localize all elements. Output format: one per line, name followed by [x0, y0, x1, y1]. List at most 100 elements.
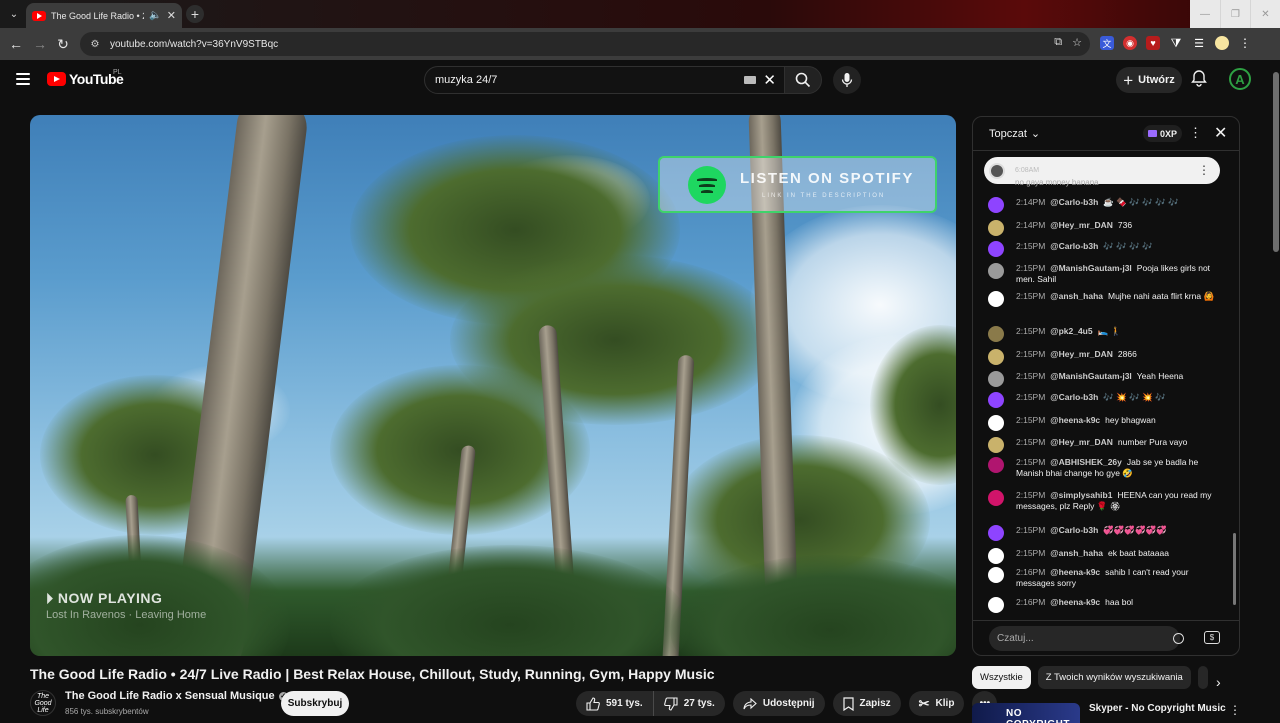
chat-more-icon[interactable]: ⋮ — [1189, 125, 1202, 141]
bookmark-star-icon[interactable]: ☆ — [1072, 36, 1082, 49]
chat-message[interactable]: 2:15PM @Carlo-b3h 💞💞💞💞💞💞 — [988, 525, 1218, 541]
tab-close-icon[interactable]: ✕ — [167, 9, 176, 22]
chevron-right-icon[interactable]: › — [1216, 674, 1221, 690]
subscribe-button[interactable]: Subskrybuj — [281, 691, 349, 716]
chat-author[interactable]: @ansh_haha — [1050, 291, 1103, 301]
chat-author[interactable]: @ManishGautam-j3l — [1050, 371, 1132, 381]
chat-message[interactable]: 2:15PM @simplysahib1 HEENA can you read my… — [988, 490, 1218, 512]
chat-author[interactable]: @Hey_mr_DAN — [1050, 437, 1113, 447]
chat-message[interactable]: 2:15PM @Hey_mr_DAN 2866 — [988, 349, 1218, 365]
address-bar[interactable]: ⚙ youtube.com/watch?v=36YnV9STBqc ⧉ ☆ — [80, 32, 1090, 56]
create-button[interactable]: + Utwórz — [1116, 67, 1182, 93]
chat-author[interactable]: @ansh_haha — [1050, 548, 1103, 558]
video-player[interactable]: LISTEN ON SPOTIFY LINK IN THE DESCRIPTIO… — [30, 115, 956, 656]
chat-author[interactable]: @ManishGautam-j3l — [1050, 263, 1132, 273]
close-window-button[interactable]: ✕ — [1250, 0, 1280, 28]
voice-search-button[interactable] — [833, 66, 861, 94]
heart-extension-icon[interactable]: ♥ — [1146, 36, 1160, 50]
related-video-thumbnail[interactable]: NO COPYRIGHT — [972, 703, 1080, 723]
new-tab-button[interactable]: + — [186, 5, 204, 23]
chat-author[interactable]: @simplysahib1 — [1050, 490, 1112, 500]
chat-message[interactable]: 2:15PM @pk2_4u5 🛌 🚶 — [988, 326, 1218, 342]
chat-text: number Pura vayo — [1117, 437, 1188, 447]
bookmark-icon — [842, 696, 854, 711]
window-controls: — ❐ ✕ — [1190, 0, 1280, 28]
save-button[interactable]: Zapisz — [832, 691, 901, 716]
extensions-puzzle-icon[interactable]: ⧩ — [1169, 36, 1183, 50]
chat-message[interactable]: 2:15PM @Hey_mr_DAN number Pura vayo — [988, 437, 1218, 453]
chat-message[interactable]: 2:15PM @Carlo-b3h 🎶 💥 🎶 💥 🎶 — [988, 392, 1218, 408]
chat-message[interactable]: 2:14PM @Carlo-b3h ☕ 🍫 🎶 🎶 🎶 🎶 — [988, 197, 1218, 213]
chat-message[interactable]: 2:15PM @ansh_haha Mujhe nahi aata flirt kr… — [988, 291, 1218, 307]
chat-author[interactable]: @pk2_4u5 — [1050, 326, 1092, 336]
chat-message[interactable]: 2:14PM @Hey_mr_DAN 736 — [988, 220, 1218, 236]
chat-scrollbar[interactable] — [1232, 155, 1237, 613]
like-button[interactable]: 591 tys. — [576, 691, 653, 716]
pinned-more-icon[interactable]: ⋮ — [1198, 163, 1210, 177]
channel-name[interactable]: The Good Life Radio x Sensual Musique ✓ — [65, 690, 288, 702]
browser-profile-avatar[interactable] — [1215, 36, 1229, 50]
channel-avatar[interactable]: The Good Life — [30, 690, 56, 716]
page-scrollbar[interactable] — [1272, 60, 1280, 720]
tab-search-button[interactable]: ⌄ — [4, 4, 24, 24]
back-icon[interactable]: ← — [6, 34, 26, 54]
restore-button[interactable]: ❐ — [1220, 0, 1250, 28]
clear-search-icon[interactable]: ✕ — [763, 71, 776, 89]
related-video-title[interactable]: Skyper - No Copyright Music — [1089, 703, 1226, 714]
chat-author[interactable]: @Carlo-b3h — [1050, 197, 1098, 207]
related-more-icon[interactable]: ⋮ — [1229, 703, 1241, 717]
chip-all[interactable]: Wszystkie — [972, 666, 1031, 689]
clip-button[interactable]: ✂ Klip — [908, 691, 965, 716]
chat-mode-dropdown[interactable]: Topczat ⌄ — [989, 127, 1040, 141]
chat-author[interactable]: @Hey_mr_DAN — [1050, 349, 1113, 359]
emoji-icon[interactable] — [1173, 633, 1184, 644]
xp-badge[interactable]: 0XP — [1143, 125, 1183, 142]
search-icon — [795, 72, 811, 88]
browser-menu-icon[interactable]: ⋮ — [1238, 36, 1252, 50]
chat-author[interactable]: @Hey_mr_DAN — [1050, 220, 1113, 230]
site-info-icon[interactable]: ⚙ — [88, 37, 102, 51]
dislike-button[interactable]: 27 tys. — [652, 691, 725, 716]
chat-message[interactable]: 2:15PM @ManishGautam-j3l Pooja likes girls… — [988, 263, 1218, 285]
share-button[interactable]: Udostępnij — [732, 691, 825, 716]
chip-partial[interactable] — [1197, 666, 1208, 689]
chat-author[interactable]: @heena-k9c — [1050, 415, 1100, 425]
super-chat-icon[interactable]: $ — [1204, 631, 1220, 644]
search-button[interactable] — [784, 66, 822, 94]
translate-extension-icon[interactable]: 文 — [1100, 36, 1114, 50]
chat-message[interactable]: 2:15PM @ABHISHEK_26y Jab se ye badla he Ma… — [988, 457, 1218, 479]
reload-icon[interactable]: ↻ — [53, 34, 73, 54]
keyboard-icon[interactable] — [744, 76, 756, 84]
chat-close-icon[interactable]: ✕ — [1214, 123, 1227, 143]
page-scroll-thumb[interactable] — [1273, 72, 1279, 252]
chat-message[interactable]: 2:16PM @heena-k9c sahib I can't read your … — [988, 567, 1218, 589]
forward-icon[interactable]: → — [30, 34, 50, 54]
chat-message[interactable]: 2:15PM @heena-k9c hey bhagwan — [988, 415, 1218, 431]
chip-from-search[interactable]: Z Twoich wyników wyszukiwania — [1037, 666, 1191, 689]
chat-message[interactable]: 2:15PM @ManishGautam-j3l Yeah Heena — [988, 371, 1218, 387]
menu-hamburger-icon[interactable] — [16, 72, 30, 86]
search-input[interactable]: muzyka 24/7 ✕ — [424, 66, 785, 94]
cast-icon[interactable]: ⧉ — [1054, 36, 1062, 49]
chat-author[interactable]: @heena-k9c — [1050, 597, 1100, 607]
chat-scroll-thumb[interactable] — [1233, 533, 1236, 605]
chat-message[interactable]: 2:15PM @ansh_haha ek baat bataaaa — [988, 548, 1218, 564]
browser-tab[interactable]: The Good Life Radio • 24/7 🔈 ✕ — [26, 3, 182, 28]
chat-author[interactable]: @Carlo-b3h — [1050, 392, 1098, 402]
chat-input[interactable] — [989, 626, 1180, 651]
youtube-logo[interactable]: YouTube — [47, 71, 124, 87]
chat-author[interactable]: @Carlo-b3h — [1050, 241, 1098, 251]
adblock-extension-icon[interactable]: ◉ — [1123, 36, 1137, 50]
account-avatar[interactable]: A — [1229, 68, 1251, 90]
reading-list-icon[interactable]: ☰ — [1192, 36, 1206, 50]
search-query: muzyka 24/7 — [435, 74, 498, 86]
chat-message[interactable]: 2:16PM @heena-k9c haa bol — [988, 597, 1218, 613]
speaker-icon[interactable]: 🔈 — [149, 10, 161, 21]
chat-message[interactable]: 2:15PM @Carlo-b3h 🎶 🎶 🎶 🎶 — [988, 241, 1218, 257]
chat-author[interactable]: @Carlo-b3h — [1050, 525, 1098, 535]
chat-author[interactable]: @ABHISHEK_26y — [1050, 457, 1122, 467]
chat-header: Topczat ⌄ 0XP ⋮ ✕ — [973, 117, 1239, 151]
minimize-button[interactable]: — — [1190, 0, 1220, 28]
chat-author[interactable]: @heena-k9c — [1050, 567, 1100, 577]
notifications-bell-icon[interactable] — [1190, 69, 1208, 92]
